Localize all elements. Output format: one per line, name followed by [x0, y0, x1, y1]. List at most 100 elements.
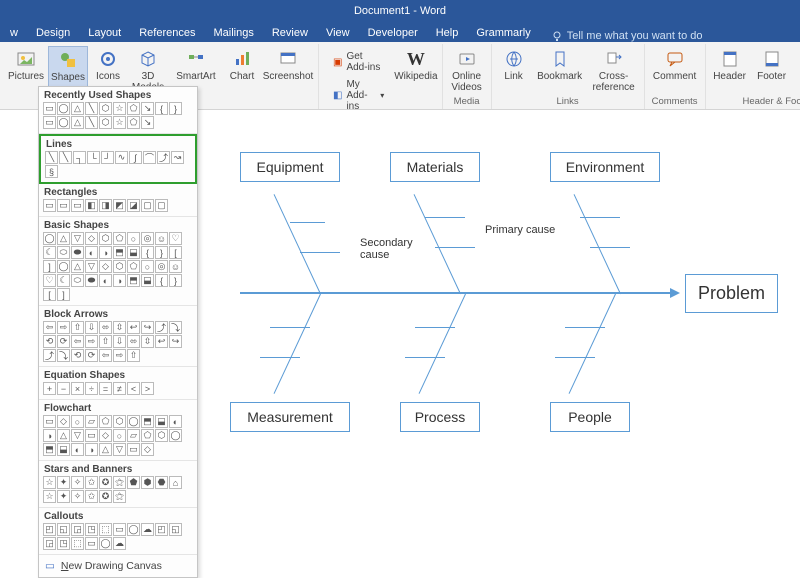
shape-option[interactable]: ⬒ — [127, 274, 140, 287]
shape-option[interactable]: ↝ — [171, 151, 184, 164]
shape-option[interactable]: ⟳ — [85, 349, 98, 362]
shape-option[interactable]: ⤴ — [157, 151, 170, 164]
crossref-button[interactable]: Cross- reference — [588, 46, 640, 93]
shape-option[interactable]: ◯ — [127, 523, 140, 536]
shape-option[interactable]: ⬄ — [99, 321, 112, 334]
shape-option[interactable]: △ — [57, 232, 70, 245]
shape-option[interactable]: ⬣ — [155, 476, 168, 489]
shape-option[interactable]: { — [155, 102, 168, 115]
shape-option[interactable]: ⬚ — [71, 537, 84, 550]
tab-draw[interactable]: w — [4, 24, 24, 42]
shape-option[interactable]: ✧ — [71, 490, 84, 503]
shape-option[interactable]: ⬠ — [141, 429, 154, 442]
shape-option[interactable]: ✩ — [85, 476, 98, 489]
shape-option[interactable]: ◑ — [85, 443, 98, 456]
shape-option[interactable]: { — [155, 274, 168, 287]
shape-option[interactable]: ✦ — [57, 490, 70, 503]
shape-option[interactable]: ↩ — [127, 321, 140, 334]
shape-option[interactable]: ⇨ — [113, 349, 126, 362]
shape-option[interactable]: △ — [57, 429, 70, 442]
shape-option[interactable]: ⬒ — [43, 443, 56, 456]
comment-button[interactable]: Comment — [649, 46, 701, 83]
tab-layout[interactable]: Layout — [82, 24, 127, 42]
shape-option[interactable]: ⇳ — [113, 321, 126, 334]
page-number-button[interactable]: # Page Number — [794, 46, 800, 93]
shape-option[interactable]: ╲ — [85, 102, 98, 115]
shape-option[interactable]: ▭ — [43, 102, 56, 115]
shape-option[interactable]: ☆ — [113, 102, 126, 115]
shape-option[interactable]: ○ — [113, 429, 126, 442]
shape-option[interactable]: ▱ — [127, 429, 140, 442]
shape-option[interactable]: ⚝ — [113, 476, 126, 489]
shape-option[interactable]: △ — [71, 116, 84, 129]
shape-option[interactable]: ┐ — [73, 151, 86, 164]
tab-view[interactable]: View — [320, 24, 356, 42]
shape-option[interactable]: ▭ — [43, 199, 56, 212]
shape-option[interactable]: ◪ — [127, 199, 140, 212]
shape-option[interactable]: ⬡ — [99, 102, 112, 115]
shape-option[interactable]: ◑ — [43, 429, 56, 442]
new-drawing-canvas[interactable]: ▭ New Drawing Canvas — [39, 555, 197, 577]
chart-button[interactable]: Chart — [224, 46, 260, 93]
tab-grammarly[interactable]: Grammarly — [470, 24, 536, 42]
shape-option[interactable]: ▱ — [85, 415, 98, 428]
tab-references[interactable]: References — [133, 24, 201, 42]
shape-option[interactable]: ▭ — [85, 537, 98, 550]
shape-option[interactable]: ◲ — [43, 537, 56, 550]
shape-option[interactable]: ⚝ — [113, 490, 126, 503]
shape-option[interactable]: = — [99, 382, 112, 395]
box-people[interactable]: People — [550, 402, 630, 432]
shape-option[interactable]: ⬢ — [141, 476, 154, 489]
shape-option[interactable]: ⬒ — [141, 415, 154, 428]
shape-option[interactable]: ◯ — [99, 537, 112, 550]
document-canvas[interactable]: Equipment Materials Environment Measurem… — [200, 112, 800, 523]
shape-option[interactable]: ▢ — [141, 199, 154, 212]
shape-option[interactable]: ╲ — [45, 151, 58, 164]
shape-option[interactable]: > — [141, 382, 154, 395]
shape-option[interactable]: ◑ — [99, 246, 112, 259]
shape-option[interactable]: ◰ — [155, 523, 168, 536]
shape-option[interactable]: ] — [43, 260, 56, 273]
shape-option[interactable]: ≠ — [113, 382, 126, 395]
shape-option[interactable]: ⬬ — [85, 274, 98, 287]
shape-option[interactable]: ☆ — [43, 490, 56, 503]
shape-option[interactable]: ⤴ — [43, 349, 56, 362]
shape-option[interactable]: ◯ — [57, 102, 70, 115]
shape-option[interactable]: ▽ — [71, 232, 84, 245]
shape-option[interactable]: ⤵ — [169, 321, 182, 334]
shape-option[interactable]: ▭ — [85, 429, 98, 442]
shape-option[interactable]: ◨ — [99, 199, 112, 212]
shape-option[interactable]: } — [155, 246, 168, 259]
shape-option[interactable]: ▽ — [113, 443, 126, 456]
get-addins-button[interactable]: ▣Get Add-ins — [327, 48, 390, 76]
box-problem[interactable]: Problem — [685, 274, 778, 313]
shape-option[interactable]: ▭ — [113, 523, 126, 536]
shape-option[interactable]: ⬬ — [71, 246, 84, 259]
shape-option[interactable]: ◎ — [141, 232, 154, 245]
shape-option[interactable]: ⬠ — [127, 260, 140, 273]
shape-option[interactable]: § — [45, 165, 58, 178]
online-videos-button[interactable]: Online Videos — [447, 46, 487, 93]
shape-option[interactable]: ⬓ — [141, 274, 154, 287]
shape-option[interactable]: ⬡ — [113, 415, 126, 428]
box-measurement[interactable]: Measurement — [230, 402, 350, 432]
shape-option[interactable]: ⬡ — [99, 116, 112, 129]
shape-option[interactable]: ◯ — [57, 260, 70, 273]
shape-option[interactable]: ◩ — [113, 199, 126, 212]
shape-option[interactable]: ⬒ — [113, 246, 126, 259]
shape-option[interactable]: ∫ — [129, 151, 142, 164]
shape-option[interactable]: ⬓ — [155, 415, 168, 428]
shape-option[interactable]: ⬡ — [113, 260, 126, 273]
shape-option[interactable]: ☁ — [113, 537, 126, 550]
shape-option[interactable]: ┘ — [101, 151, 114, 164]
shape-option[interactable]: ○ — [71, 415, 84, 428]
shape-option[interactable]: ☺ — [155, 232, 168, 245]
shape-option[interactable]: ↪ — [141, 321, 154, 334]
shape-option[interactable]: ♡ — [43, 274, 56, 287]
shape-option[interactable]: ○ — [127, 232, 140, 245]
shape-option[interactable]: } — [169, 274, 182, 287]
shape-option[interactable]: ⇩ — [113, 335, 126, 348]
shape-option[interactable]: { — [141, 246, 154, 259]
shape-option[interactable]: ⬠ — [127, 116, 140, 129]
shape-option[interactable]: ⇦ — [71, 335, 84, 348]
